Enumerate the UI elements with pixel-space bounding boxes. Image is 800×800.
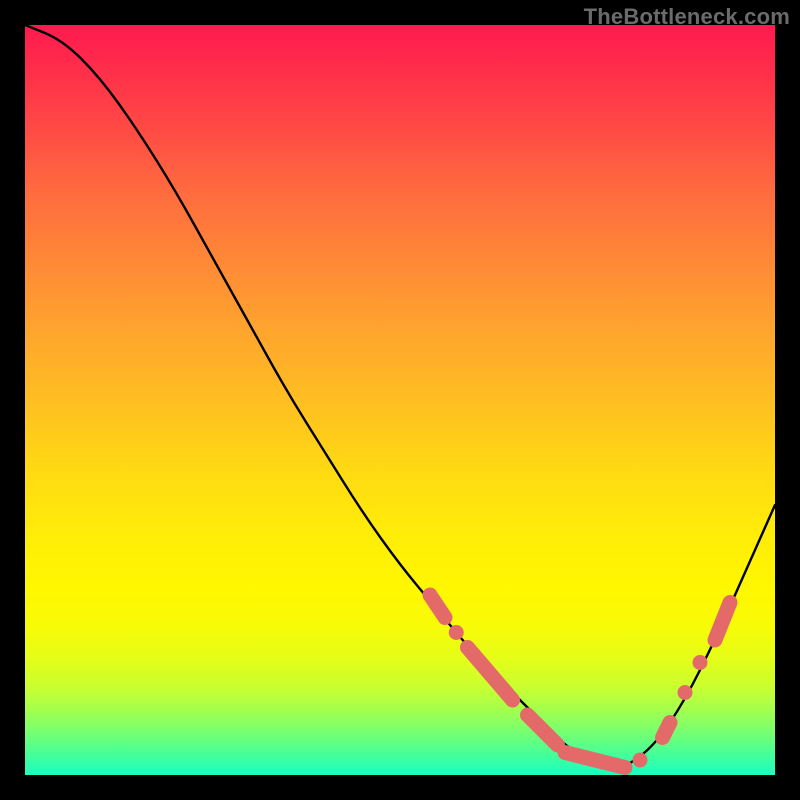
data-marker-dot (449, 625, 464, 640)
chart-container: TheBottleneck.com (0, 0, 800, 800)
plot-area (25, 25, 775, 775)
data-marker-dot (633, 753, 648, 768)
data-marker-segment (663, 723, 671, 738)
data-marker-dot (678, 685, 693, 700)
data-marker-segment (430, 595, 445, 618)
data-marker-segment (528, 715, 558, 745)
marker-group (430, 595, 730, 768)
watermark-text: TheBottleneck.com (584, 4, 790, 30)
curve-overlay (25, 25, 775, 775)
data-marker-segment (468, 648, 513, 701)
data-marker-segment (565, 753, 625, 768)
bottleneck-curve (25, 25, 775, 768)
data-marker-dot (693, 655, 708, 670)
data-marker-segment (715, 603, 730, 641)
